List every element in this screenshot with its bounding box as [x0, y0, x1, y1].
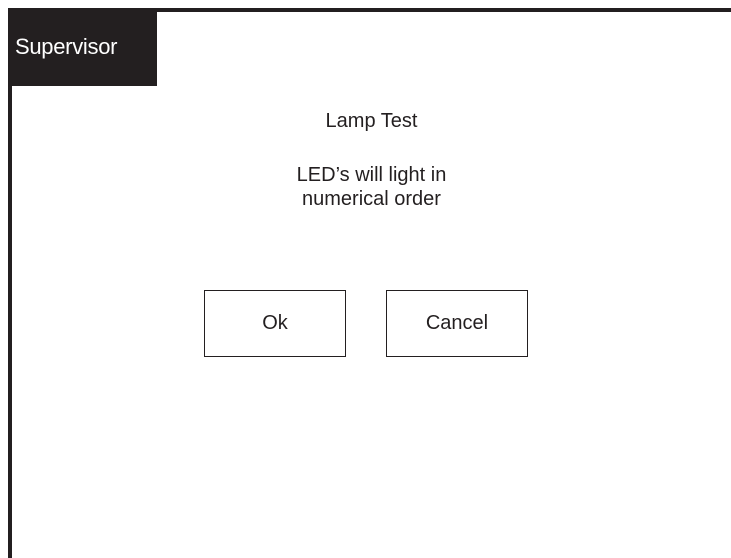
- cancel-button[interactable]: Cancel: [386, 290, 528, 357]
- dialog-message-line-1: LED’s will light in: [296, 164, 447, 186]
- dialog-title: Lamp Test: [325, 110, 418, 132]
- cancel-button-label: Cancel: [425, 312, 489, 334]
- dialog-message-line-2: numerical order: [302, 188, 441, 210]
- screen-frame-left-border: [8, 8, 12, 558]
- ok-button-label: Ok: [262, 312, 288, 334]
- ok-button[interactable]: Ok: [204, 290, 346, 357]
- supervisor-tab[interactable]: Supervisor: [8, 8, 157, 86]
- dialog-message: LED’s will light in numerical order: [12, 163, 731, 211]
- supervisor-tab-label: Supervisor: [15, 34, 118, 59]
